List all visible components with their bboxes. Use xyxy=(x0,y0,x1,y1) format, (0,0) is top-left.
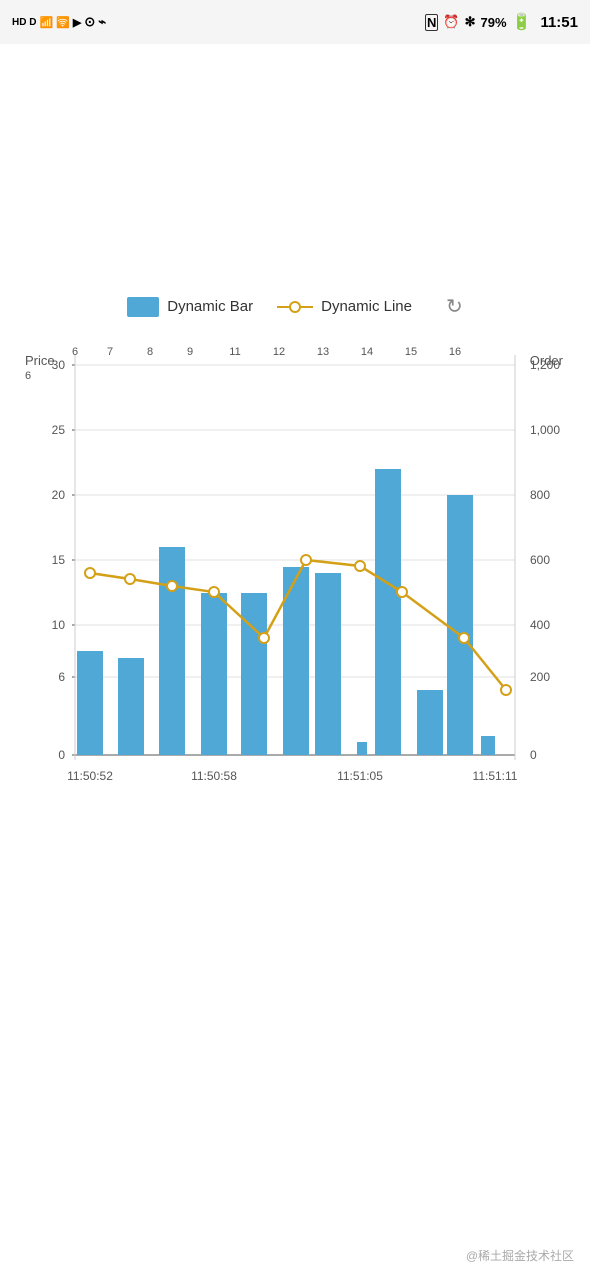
line-node-7 xyxy=(397,587,407,597)
chart-legend: Dynamic Bar Dynamic Line ↻ xyxy=(25,294,565,319)
line-legend-item: Dynamic Line xyxy=(277,297,412,317)
bar-legend-icon xyxy=(127,297,159,317)
x-top-label-6: 13 xyxy=(317,346,329,358)
bar-9 xyxy=(417,690,443,755)
line-legend-label: Dynamic Line xyxy=(321,298,412,315)
svg-text:1,200: 1,200 xyxy=(530,358,560,372)
hd-icon: HD D xyxy=(12,17,36,28)
bar-3 xyxy=(201,593,227,755)
bar-0 xyxy=(77,651,103,755)
line-node-9 xyxy=(501,685,511,695)
time-display: 11:51 xyxy=(540,14,578,31)
svg-text:400: 400 xyxy=(530,618,550,632)
bar-7 xyxy=(357,742,367,755)
svg-text:800: 800 xyxy=(530,488,550,502)
svg-text:10: 10 xyxy=(52,618,66,632)
bar-legend-item: Dynamic Bar xyxy=(127,297,253,317)
x-time-3: 11:51:11 xyxy=(473,769,518,783)
status-left-icons: HD D 📶 🛜 ▶ ⊙ ⌁ xyxy=(12,14,106,30)
svg-text:20: 20 xyxy=(52,488,66,502)
x-top-label-2: 8 xyxy=(147,346,153,358)
x-top-label-5: 12 xyxy=(273,346,285,358)
x-top-label-3: 9 xyxy=(187,346,193,358)
line-node-2 xyxy=(167,581,177,591)
nav-icon: ⊙ xyxy=(84,14,95,30)
line-node-3 xyxy=(209,587,219,597)
alarm-icon: ⏰ xyxy=(443,14,459,30)
status-right-icons: N ⏰ ✻ 79% 🔋 11:51 xyxy=(425,12,578,32)
wifi-icon: 🛜 xyxy=(56,16,70,29)
bar-8 xyxy=(375,469,401,755)
x-top-label-8: 15 xyxy=(405,346,417,358)
bar-6 xyxy=(315,573,341,755)
x-top-label-1: 7 xyxy=(107,346,113,358)
line-node-4 xyxy=(259,633,269,643)
svg-text:1,000: 1,000 xyxy=(530,423,560,437)
line-node-8 xyxy=(459,633,469,643)
bar-10 xyxy=(447,495,473,755)
chart-wrapper: Dynamic Bar Dynamic Line ↻ Price 6 xyxy=(0,274,590,895)
usb-icon: ⌁ xyxy=(98,14,106,30)
left-axis-label: Price xyxy=(25,353,55,368)
svg-text:0: 0 xyxy=(58,748,65,762)
svg-text:30: 30 xyxy=(52,358,66,372)
line-legend-icon xyxy=(277,297,313,317)
x-time-2: 11:51:05 xyxy=(337,769,383,783)
line-node-0 xyxy=(85,568,95,578)
refresh-button[interactable]: ↻ xyxy=(446,294,463,319)
svg-text:600: 600 xyxy=(530,553,550,567)
x-time-0: 11:50:52 xyxy=(67,769,113,783)
svg-text:15: 15 xyxy=(52,553,66,567)
status-bar: HD D 📶 🛜 ▶ ⊙ ⌁ N ⏰ ✻ 79% 🔋 11:51 xyxy=(0,0,590,44)
chart-svg-container: Price 6 Order 30 1,200 25 1,000 xyxy=(15,335,575,855)
bar-legend-label: Dynamic Bar xyxy=(167,298,253,315)
bluetooth-icon: ✻ xyxy=(465,14,476,30)
nfc-icon: N xyxy=(425,14,438,31)
x-time-1: 11:50:58 xyxy=(191,769,237,783)
svg-text:6: 6 xyxy=(25,370,31,382)
svg-text:25: 25 xyxy=(52,423,66,437)
svg-text:6: 6 xyxy=(58,670,65,684)
signal-icon: 📶 xyxy=(39,16,53,29)
chart-svg: Price 6 Order 30 1,200 25 1,000 xyxy=(15,335,575,855)
svg-text:0: 0 xyxy=(530,748,537,762)
svg-text:200: 200 xyxy=(530,670,550,684)
x-top-label-4: 11 xyxy=(229,346,240,358)
battery-percent: 79% xyxy=(481,15,507,30)
bar-2 xyxy=(159,547,185,755)
x-top-label-9: 16 xyxy=(449,346,461,358)
x-top-label-7: 14 xyxy=(361,346,373,358)
bar-11 xyxy=(481,736,495,755)
battery-icon: 🔋 xyxy=(512,12,532,32)
watermark: @稀土掘金技术社区 xyxy=(466,1247,574,1264)
chart-area: Price 6 Order 30 1,200 25 1,000 xyxy=(15,335,575,855)
bar-1 xyxy=(118,658,144,755)
bar-4 xyxy=(241,593,267,755)
line-node-1 xyxy=(125,574,135,584)
line-node-5 xyxy=(301,555,311,565)
line-node-6 xyxy=(355,561,365,571)
media-icon: ▶ xyxy=(73,16,81,29)
